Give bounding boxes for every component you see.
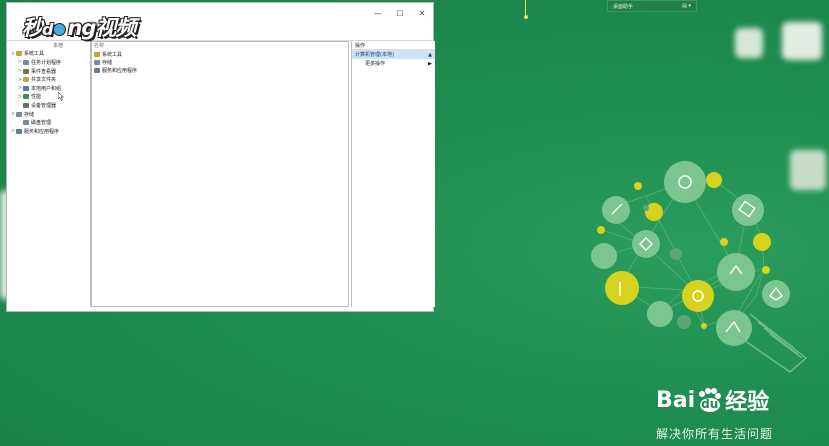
tree-item-icon bbox=[23, 59, 29, 65]
folder-icon bbox=[94, 60, 100, 66]
tree-item-label: 本地用户和组 bbox=[31, 85, 62, 92]
folder-icon bbox=[94, 68, 100, 74]
more-actions-item[interactable]: 更多操作 ▶ bbox=[352, 59, 435, 68]
tree-item[interactable]: > 服务和应用程序 bbox=[9, 127, 90, 136]
tree-item-icon bbox=[16, 111, 22, 117]
mouse-cursor-icon bbox=[58, 92, 64, 101]
tree-item[interactable]: > 本地用户和组 bbox=[9, 84, 90, 93]
baidu-logo-paw-icon: du bbox=[696, 388, 722, 412]
actions-group-computer-management[interactable]: 计算机管理(本地) ▲ bbox=[352, 50, 435, 59]
details-list-item[interactable]: 系统工具 bbox=[92, 50, 348, 58]
more-actions-label: 更多操作 bbox=[365, 61, 386, 67]
actions-group-label: 计算机管理(本地) bbox=[355, 52, 394, 58]
tree-item-label: 存储 bbox=[24, 111, 35, 118]
watermark-text-mid: d bbox=[42, 20, 53, 39]
tree-item[interactable]: > 性能 bbox=[9, 93, 90, 102]
computer-management-window[interactable]: — ☐ ✕ 帮助(H) 本地 v 系统工具 > 任务计划程序 > 事件查看器 > 共享文件夹 >… bbox=[6, 2, 435, 312]
folder-icon bbox=[94, 51, 100, 57]
collapse-up-icon[interactable]: ▲ bbox=[428, 52, 432, 58]
watermark-text-right: ng视频 bbox=[67, 16, 136, 40]
tree-item-label: 任务计划程序 bbox=[31, 59, 62, 66]
tree-item[interactable]: > 事件查看器 bbox=[9, 67, 90, 76]
actions-pane: 操作 计算机管理(本地) ▲ 更多操作 ▶ bbox=[351, 41, 435, 307]
tree-item-label: 设备管理器 bbox=[31, 102, 57, 109]
baidu-jingyan-logo: Bai du 经验 bbox=[656, 384, 769, 416]
watermark-play-icon bbox=[53, 22, 67, 36]
tree-item-label: 性能 bbox=[31, 94, 42, 101]
tree-item-icon bbox=[23, 120, 29, 126]
tree-item-icon bbox=[23, 102, 29, 108]
desktop-pin-decoration bbox=[524, 0, 528, 22]
maximize-button[interactable]: ☐ bbox=[389, 5, 411, 21]
tree-item-icon bbox=[23, 85, 29, 91]
desktop-helper-menu-icon[interactable]: ▤ ▾ bbox=[682, 3, 691, 9]
submenu-arrow-icon: ▶ bbox=[428, 60, 432, 67]
tree-item-label: 服务和应用程序 bbox=[24, 128, 60, 135]
video-watermark-logo: 秒d ng视频 bbox=[22, 12, 136, 42]
tree-item[interactable]: v 系统工具 bbox=[9, 50, 90, 59]
tree-item[interactable]: 设备管理器 bbox=[9, 101, 90, 110]
tree-item-label: 事件查看器 bbox=[31, 68, 57, 75]
details-item-label: 系统工具 bbox=[102, 51, 123, 58]
blurred-desktop-icon bbox=[782, 22, 822, 60]
tree-item-icon bbox=[23, 94, 29, 100]
close-button[interactable]: ✕ bbox=[411, 5, 433, 21]
details-item-label: 存储 bbox=[102, 60, 113, 67]
tree-item-icon bbox=[23, 68, 29, 74]
blurred-desktop-icon bbox=[735, 28, 763, 58]
tree-item-label: 磁盘管理 bbox=[31, 120, 52, 127]
details-column-header[interactable]: 名称 bbox=[92, 42, 348, 50]
tree-item[interactable]: > 任务计划程序 bbox=[9, 58, 90, 67]
actions-header: 操作 bbox=[352, 41, 435, 50]
tree-root[interactable]: 本地 bbox=[9, 41, 90, 50]
watermark-text-left: 秒 bbox=[22, 16, 43, 40]
tree-root-label: 本地 bbox=[53, 42, 64, 49]
details-list-item[interactable]: 存储 bbox=[92, 58, 348, 66]
tree-item-label: 系统工具 bbox=[24, 51, 45, 58]
details-item-label: 服务和应用程序 bbox=[102, 68, 138, 75]
tree-item-icon bbox=[23, 77, 29, 83]
desktop-helper-widget[interactable]: 桌面助手 ▤ ▾ bbox=[607, 0, 697, 12]
baidu-logo-du: du bbox=[701, 397, 719, 411]
tree-item-label: 共享文件夹 bbox=[31, 77, 57, 84]
baidu-tagline: 解决你所有生活问题 bbox=[656, 427, 774, 441]
tree-item[interactable]: 磁盘管理 bbox=[9, 118, 90, 127]
tree-item[interactable]: > 共享文件夹 bbox=[9, 75, 90, 84]
tree-item-icon bbox=[16, 128, 22, 134]
lightbulb-illustration bbox=[591, 161, 808, 373]
details-pane: 名称 系统工具存储 服务和应用程序 bbox=[91, 41, 349, 307]
details-list-item[interactable]: 服务和应用程序 bbox=[92, 67, 348, 75]
tree-item-icon bbox=[16, 51, 22, 57]
baidu-logo-bai: Bai bbox=[656, 387, 696, 413]
baidu-logo-jingyan: 经验 bbox=[725, 390, 770, 415]
tree-item[interactable]: v 存储 bbox=[9, 110, 90, 119]
desktop-helper-label: 桌面助手 bbox=[613, 3, 634, 10]
navigation-tree: 本地 v 系统工具 > 任务计划程序 > 事件查看器 > 共享文件夹 > 本地用户和组 > 性能 设备管… bbox=[9, 41, 91, 307]
minimize-button[interactable]: — bbox=[367, 5, 389, 21]
